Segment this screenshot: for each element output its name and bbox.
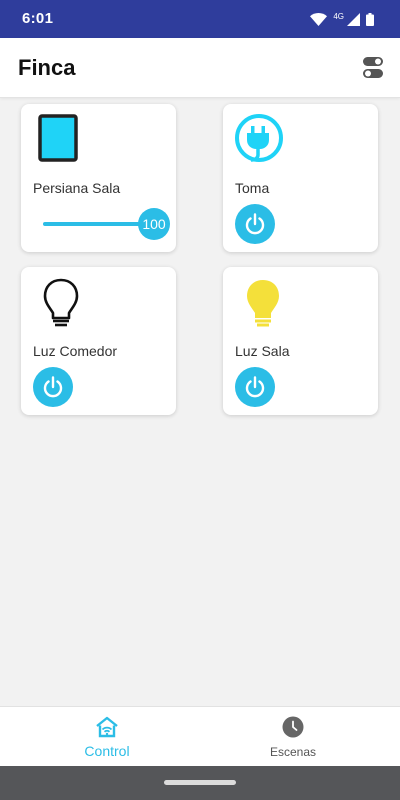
power-button[interactable] bbox=[235, 367, 275, 407]
slider-track bbox=[43, 222, 143, 226]
power-icon bbox=[245, 376, 265, 398]
slider-value: 100 bbox=[142, 216, 166, 232]
nav-label-control: Control bbox=[84, 743, 130, 759]
status-bar: 6:01 4G bbox=[0, 0, 400, 38]
battery-icon bbox=[366, 12, 374, 26]
home-gesture-pill[interactable] bbox=[164, 780, 236, 785]
signal-icon bbox=[347, 12, 360, 26]
slider-thumb[interactable]: 100 bbox=[138, 208, 170, 240]
power-button[interactable] bbox=[235, 204, 275, 244]
network-type: 4G bbox=[333, 11, 344, 21]
device-card-luz-sala[interactable]: Luz Sala bbox=[223, 267, 378, 415]
toggle-switches-icon bbox=[363, 57, 383, 78]
plug-icon bbox=[235, 114, 283, 162]
home-wifi-icon bbox=[96, 716, 118, 738]
nav-item-escenas[interactable]: Escenas bbox=[193, 707, 393, 767]
nav-item-control[interactable]: Control bbox=[7, 707, 207, 767]
device-card-luz-comedor[interactable]: Luz Comedor bbox=[21, 267, 176, 415]
blind-position-slider[interactable]: 100 bbox=[43, 206, 171, 242]
system-navigation-bar bbox=[0, 766, 400, 800]
toggle-switches-button[interactable] bbox=[362, 56, 384, 80]
power-icon bbox=[43, 376, 63, 398]
power-icon bbox=[245, 213, 265, 235]
bulb-on-icon bbox=[247, 280, 279, 327]
power-button[interactable] bbox=[33, 367, 73, 407]
status-time: 6:01 bbox=[22, 10, 54, 27]
bulb-off-icon bbox=[43, 278, 79, 327]
bottom-navigation: Control Escenas bbox=[0, 706, 400, 766]
device-card-persiana-sala[interactable]: Persiana Sala 100 bbox=[21, 104, 176, 252]
device-label: Luz Comedor bbox=[33, 343, 118, 359]
status-icons: 4G bbox=[310, 11, 374, 27]
device-label: Luz Sala bbox=[235, 343, 290, 359]
nav-label-escenas: Escenas bbox=[269, 745, 317, 759]
device-card-toma[interactable]: Toma bbox=[223, 104, 378, 252]
app-bar: Finca bbox=[0, 38, 400, 98]
clock-icon bbox=[282, 716, 304, 738]
wifi-icon bbox=[310, 12, 328, 26]
device-label: Toma bbox=[235, 180, 270, 196]
device-label: Persiana Sala bbox=[33, 180, 121, 196]
page-title: Finca bbox=[18, 55, 76, 80]
blind-icon bbox=[38, 114, 78, 162]
